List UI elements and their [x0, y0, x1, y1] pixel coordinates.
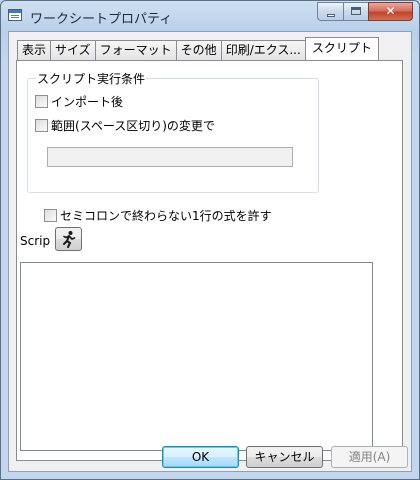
tab-display[interactable]: 表示	[17, 40, 52, 60]
tab-other[interactable]: その他	[175, 40, 222, 60]
allow-single-line-checkbox[interactable]	[44, 209, 57, 222]
close-icon: ✕	[385, 4, 396, 18]
script-label: Scrip	[20, 234, 51, 248]
running-man-icon	[63, 231, 76, 248]
dialog-client: 表示 サイズ フォーマット その他 印刷/エクス... スクリプト スクリプト実…	[8, 31, 412, 472]
close-button[interactable]: ✕	[368, 2, 413, 21]
after-import-checkbox-row[interactable]: インポート後	[35, 93, 123, 110]
dialog-window: ワークシートプロパティ ✕ 表示 サイズ フォーマット その他 印刷/エクス..…	[0, 0, 420, 480]
minimize-button[interactable]	[317, 2, 343, 21]
script-tab-panel: スクリプト実行条件 インポート後 範囲(スペース区切り)の変更で セミコロンで終…	[16, 60, 403, 461]
script-editor[interactable]	[20, 262, 373, 451]
apply-button[interactable]: 適用(A)	[331, 446, 408, 468]
after-import-checkbox[interactable]	[35, 95, 48, 108]
tab-size[interactable]: サイズ	[50, 40, 96, 60]
window-title: ワークシートプロパティ	[30, 12, 173, 27]
cancel-button[interactable]: キャンセル	[246, 446, 323, 468]
allow-single-line-label: セミコロンで終わらない1行の式を許す	[60, 209, 272, 223]
tab-strip: 表示 サイズ フォーマット その他 印刷/エクス... スクリプト	[17, 37, 379, 60]
run-script-button[interactable]	[55, 227, 82, 251]
range-change-label: 範囲(スペース区切り)の変更で	[51, 119, 215, 133]
range-change-checkbox[interactable]	[35, 119, 48, 132]
tab-print-export[interactable]: 印刷/エクス...	[220, 40, 306, 60]
group-label: スクリプト実行条件	[36, 70, 147, 87]
script-conditions-group: スクリプト実行条件 インポート後 範囲(スペース区切り)の変更で	[27, 70, 319, 193]
tab-script[interactable]: スクリプト	[304, 37, 379, 60]
after-import-label: インポート後	[51, 95, 124, 109]
maximize-button[interactable]	[343, 2, 368, 21]
allow-single-line-checkbox-row[interactable]: セミコロンで終わらない1行の式を許す	[44, 207, 272, 224]
worksheet-icon	[8, 9, 22, 21]
range-change-checkbox-row[interactable]: 範囲(スペース区切り)の変更で	[35, 117, 215, 134]
minimize-icon	[327, 14, 335, 17]
title-bar[interactable]: ワークシートプロパティ ✕	[1, 1, 419, 31]
tab-format[interactable]: フォーマット	[94, 40, 177, 60]
caption-buttons: ✕	[317, 2, 413, 21]
maximize-icon	[351, 7, 361, 15]
range-input[interactable]	[47, 147, 293, 167]
ok-button[interactable]: OK	[162, 446, 239, 468]
